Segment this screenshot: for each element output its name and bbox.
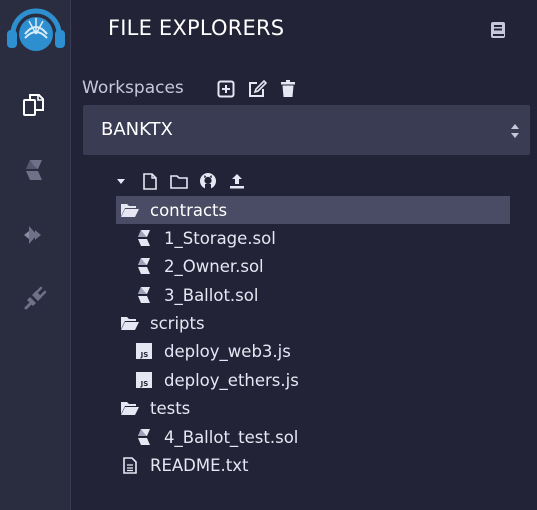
delete-workspace-icon[interactable]	[277, 79, 299, 99]
tree-item-tests[interactable]: tests	[120, 394, 190, 422]
tree-item-label: deploy_web3.js	[164, 341, 291, 361]
tree-item-4-ballot-test-sol[interactable]: 4_Ballot_test.sol	[134, 423, 298, 451]
tree-item-deploy-ethers-js[interactable]: JS deploy_ethers.js	[134, 366, 299, 394]
select-caret-icon	[510, 122, 520, 140]
icon-panel	[0, 0, 71, 510]
tree-item-label: 1_Storage.sol	[164, 228, 276, 248]
tree-item-label: contracts	[150, 200, 228, 220]
workspace-actions	[215, 79, 299, 99]
file-explorer-panel: FILE EXPLORERS Workspaces BANKTX contrac…	[72, 0, 537, 510]
tree-item-label: tests	[150, 398, 191, 418]
folder-open-icon	[120, 399, 140, 417]
tree-item-label: scripts	[150, 313, 205, 333]
workspaces-label: Workspaces	[82, 78, 184, 98]
upload-icon[interactable]	[228, 172, 246, 190]
svg-text:JS: JS	[140, 380, 149, 388]
tree-item-scripts[interactable]: scripts	[120, 309, 205, 337]
rename-workspace-icon[interactable]	[246, 79, 268, 99]
file-explorer-icon[interactable]	[17, 88, 51, 122]
tree-item-label: deploy_ethers.js	[164, 370, 299, 390]
tree-item-label: 2_Owner.sol	[164, 256, 264, 276]
svg-text:JS: JS	[140, 351, 149, 359]
panel-title: FILE EXPLORERS	[108, 16, 285, 40]
caret-down-icon[interactable]	[112, 172, 130, 190]
text-file-icon	[120, 456, 140, 474]
plugin-manager-icon[interactable]	[17, 282, 51, 316]
add-workspace-icon[interactable]	[215, 79, 237, 99]
deploy-run-icon[interactable]	[17, 218, 51, 252]
tree-item-label: 4_Ballot_test.sol	[164, 427, 299, 447]
tree-item-readme-txt[interactable]: README.txt	[120, 451, 249, 479]
tree-item-3-ballot-sol[interactable]: 3_Ballot.sol	[134, 281, 258, 309]
solidity-file-icon	[134, 286, 154, 304]
new-folder-icon[interactable]	[170, 172, 188, 190]
folder-open-icon	[120, 201, 140, 219]
workspace-selected-value: BANKTX	[101, 119, 173, 140]
tree-item-label: 3_Ballot.sol	[164, 285, 259, 305]
solidity-compiler-icon[interactable]	[17, 153, 51, 187]
folder-open-icon	[120, 314, 140, 332]
file-tree-toolbar	[112, 172, 246, 190]
tree-item-1-storage-sol[interactable]: 1_Storage.sol	[134, 224, 276, 252]
remix-logo-icon[interactable]	[3, 4, 69, 58]
github-icon[interactable]	[199, 172, 217, 190]
workspace-select[interactable]: BANKTX	[83, 105, 530, 155]
tree-item-contracts[interactable]: contracts	[116, 196, 510, 224]
js-file-icon: JS	[134, 371, 154, 389]
solidity-file-icon	[134, 257, 154, 275]
documentation-icon[interactable]	[490, 21, 506, 39]
tree-item-label: README.txt	[150, 455, 249, 475]
js-file-icon: JS	[134, 342, 154, 360]
remix-window: FILE EXPLORERS Workspaces BANKTX contrac…	[0, 0, 537, 510]
tree-item-deploy-web3-js[interactable]: JS deploy_web3.js	[134, 337, 291, 365]
new-file-icon[interactable]	[141, 172, 159, 190]
solidity-file-icon	[134, 428, 154, 446]
tree-item-2-owner-sol[interactable]: 2_Owner.sol	[134, 252, 264, 280]
solidity-file-icon	[134, 229, 154, 247]
